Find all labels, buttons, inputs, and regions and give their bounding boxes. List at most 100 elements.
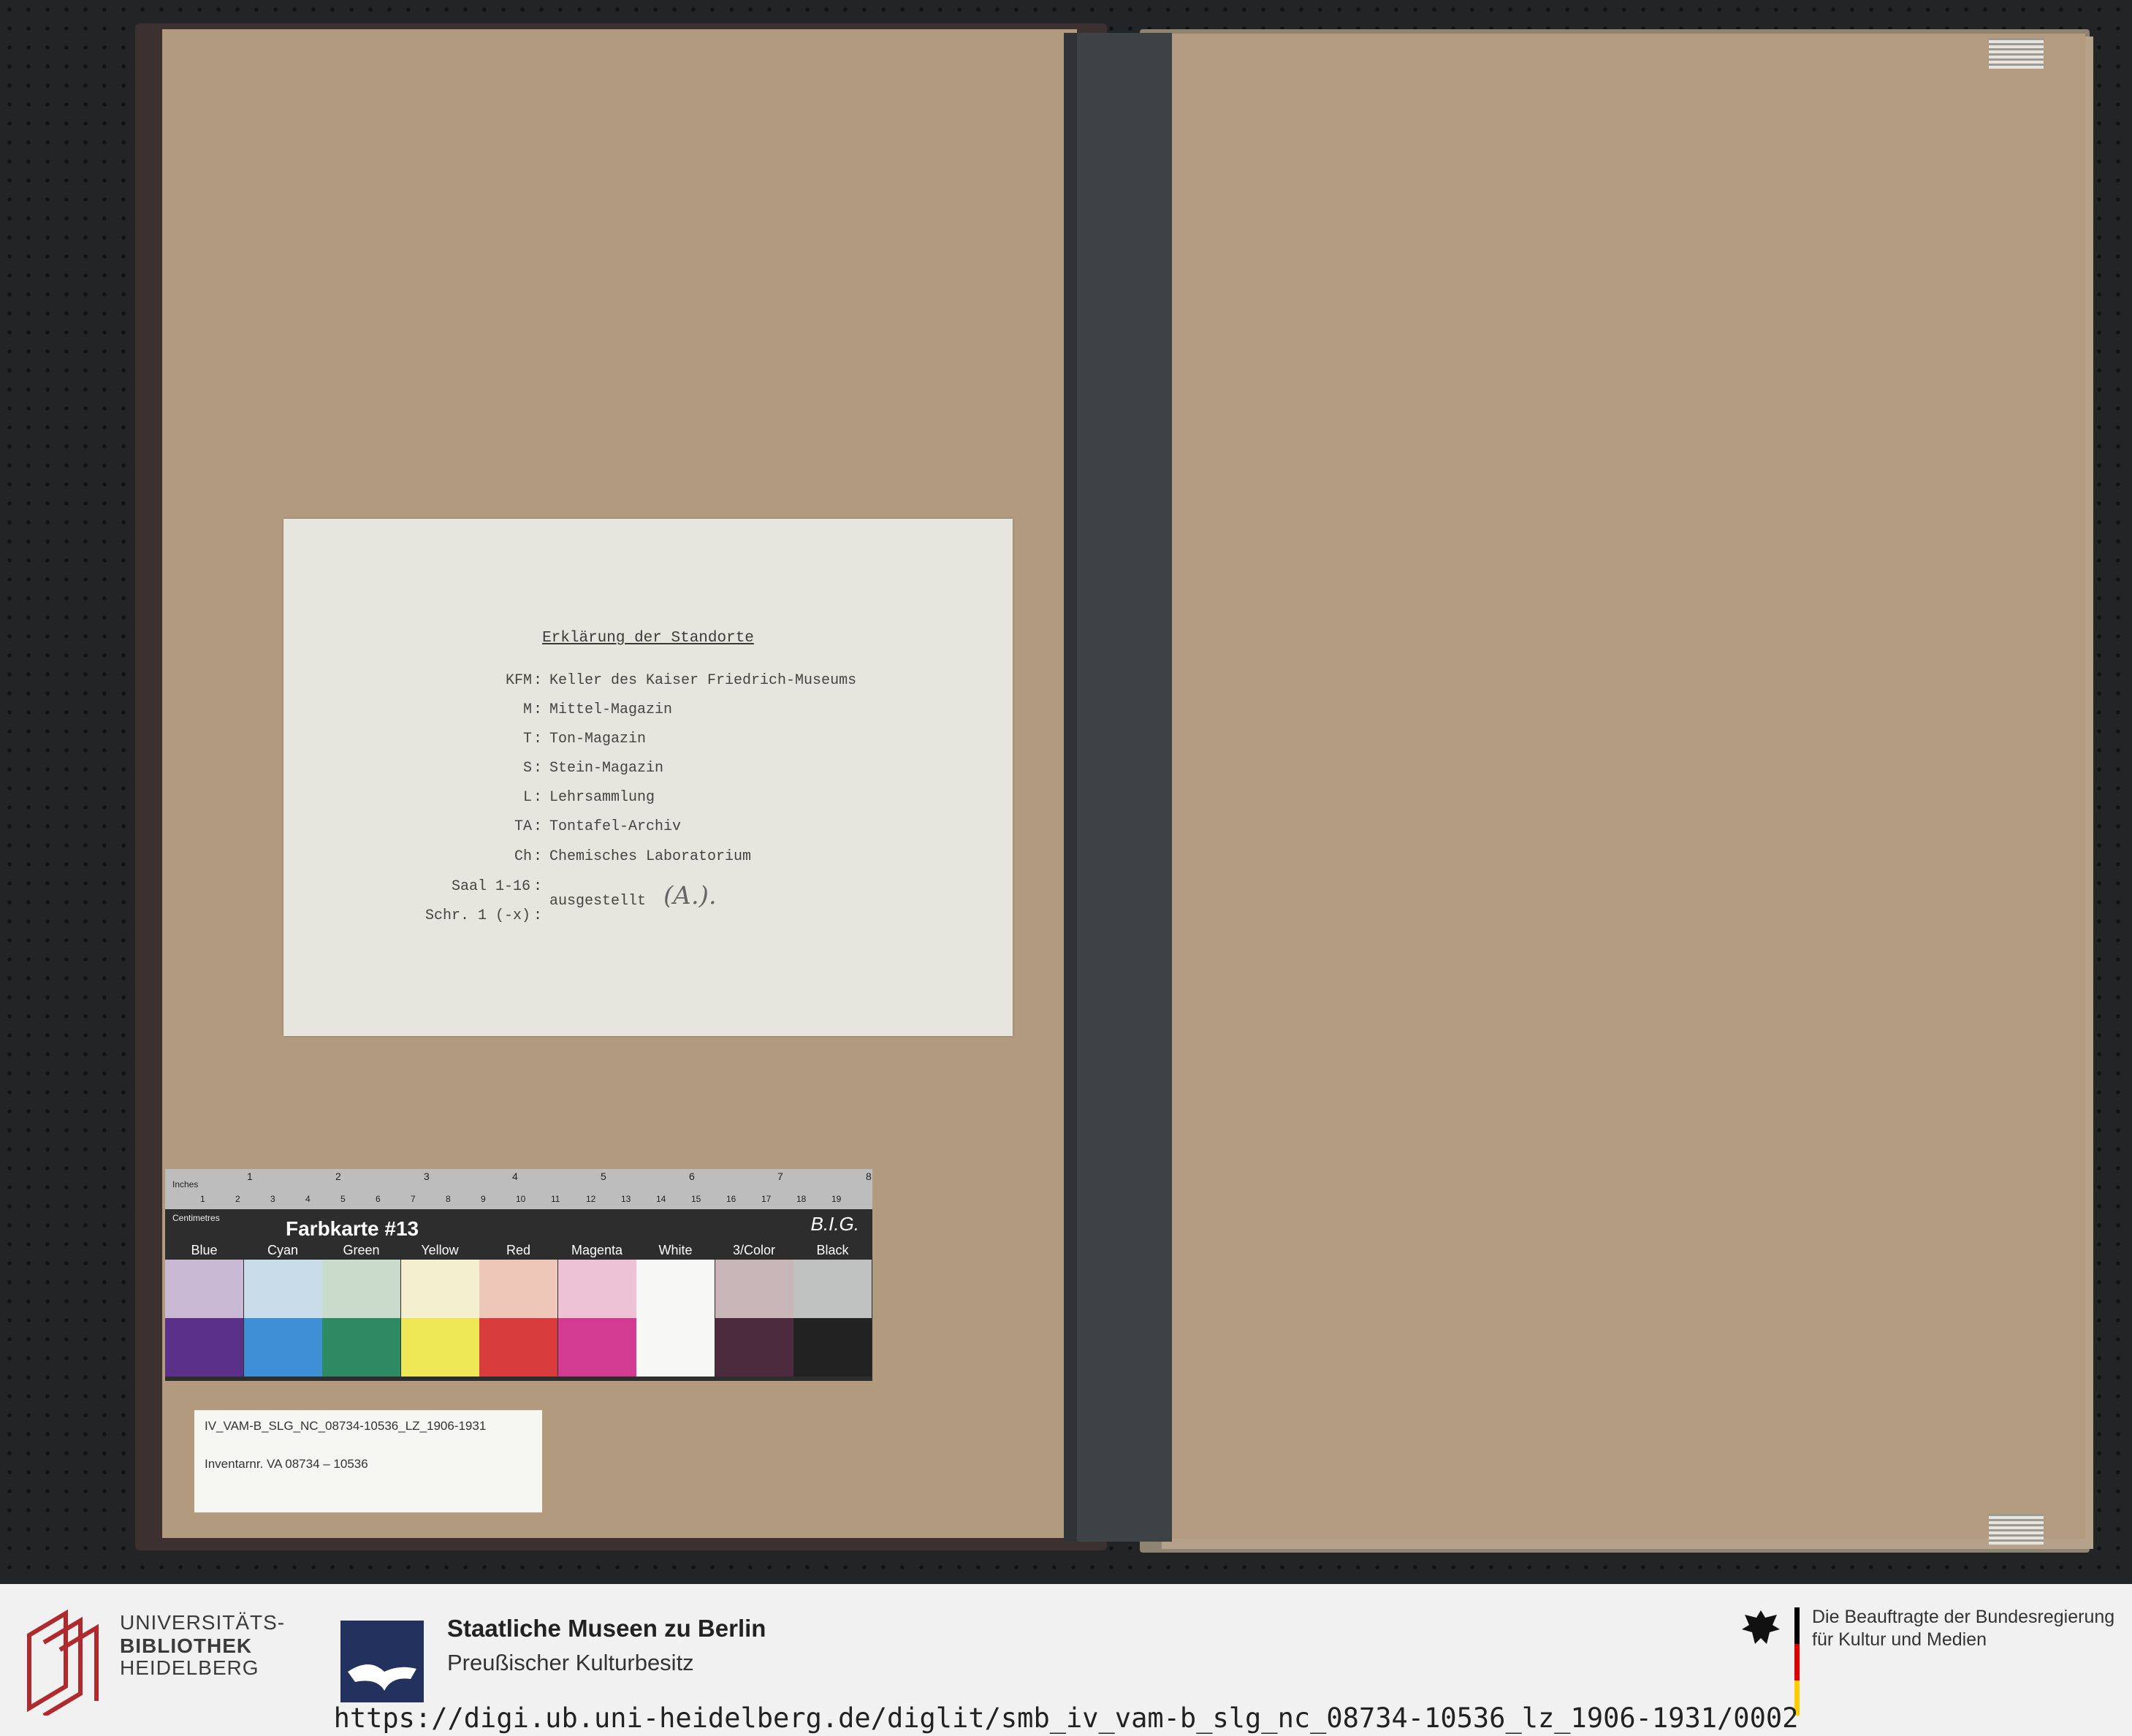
flag-stripe-red [1794, 1644, 1800, 1680]
ruler-cm-label: 16 [726, 1194, 736, 1204]
entry-code: M [522, 701, 532, 718]
ub-line-3: HEIDELBERG [120, 1656, 259, 1679]
page-clip-bottom [1989, 1514, 2044, 1545]
schr-code: Schr. 1 (-x) [425, 907, 530, 924]
entry-colon: : [533, 848, 543, 865]
swatch-dark [322, 1318, 400, 1377]
spine-cloth [1077, 33, 1172, 1542]
entry-colon: : [533, 789, 543, 806]
swatch-name: Red [506, 1243, 531, 1257]
footer-bar: UNIVERSITÄTS- BIBLIOTHEK HEIDELBERG Staa… [0, 1584, 2132, 1736]
ruler-cm-label: 9 [481, 1194, 486, 1204]
source-url[interactable]: https://digi.ub.uni-heidelberg.de/diglit… [0, 1702, 2132, 1734]
ruler-cm-label: 1 [200, 1194, 205, 1204]
ruler-cm-label: 2 [235, 1194, 240, 1204]
ruler-cm-label: 6 [376, 1194, 381, 1204]
swatch-light [715, 1260, 793, 1318]
ruler-cm-label: 4 [305, 1194, 311, 1204]
ruler: Inches 1 2 3 4 5 6 7 8 1 2 3 4 5 6 7 8 9 10 11 12 13 14 15 16 17… [165, 1169, 872, 1209]
color-target-card: Inches 1 2 3 4 5 6 7 8 1 2 3 4 5 6 7 8 9 10 11 12 13 14 15 16 17… [165, 1169, 872, 1381]
entry-colon: : [533, 731, 543, 747]
swatch-light [243, 1260, 322, 1318]
scan-background: Erklärung der Standorte KFM : Keller des… [0, 0, 2132, 1584]
swatch-dark [243, 1318, 322, 1377]
ruler-cm-label: 8 [446, 1194, 451, 1204]
entry-colon: : [533, 672, 543, 689]
inventory-label: IV_VAM-B_SLG_NC_08734-10536_LZ_1906-1931… [194, 1410, 542, 1512]
swatch-dark [715, 1318, 793, 1377]
swatch-light [400, 1260, 479, 1318]
label-shelfmark: IV_VAM-B_SLG_NC_08734-10536_LZ_1906-1931 [205, 1419, 487, 1433]
swatch-name: Green [343, 1243, 380, 1257]
entry-code: S [522, 760, 532, 777]
swatch-name: Blue [191, 1243, 218, 1257]
entry-colon: : [533, 818, 543, 835]
smb-eagle-logo-icon [340, 1621, 424, 1702]
entry-desc: Tontafel-Archiv [549, 818, 682, 835]
swatch-light [793, 1260, 872, 1318]
ruler-inch-label: 5 [601, 1170, 606, 1182]
ub-heidelberg-logo-icon [27, 1609, 99, 1716]
ruler-inch-label: 3 [424, 1170, 430, 1182]
federal-eagle-icon [1742, 1610, 1780, 1644]
right-endpaper [1172, 34, 2085, 1539]
card-title: Erklärung der Standorte [542, 630, 754, 647]
ruler-cm-label: 15 [691, 1194, 701, 1204]
swatch-column: Yellow [400, 1241, 479, 1377]
swatch-name: 3/Color [732, 1243, 776, 1257]
page-clip-top [1989, 38, 2044, 69]
label-inventory-number: Inventarnr. VA 08734 – 10536 [205, 1457, 368, 1471]
entry-code: KFM [505, 672, 532, 689]
entry-desc: Ton-Magazin [549, 731, 647, 747]
entry-desc: Stein-Magazin [549, 760, 664, 777]
color-target-title: Farbkarte #13 [286, 1217, 419, 1240]
ruler-centimetres-label: Centimetres [172, 1213, 220, 1223]
smb-title: Staatliche Museen zu Berlin [447, 1615, 766, 1642]
entry-desc: Keller des Kaiser Friedrich-Museums [549, 672, 857, 689]
ruler-cm-label: 18 [796, 1194, 807, 1204]
entry-desc: Mittel-Magazin [549, 701, 673, 718]
ruler-inch-label: 6 [689, 1170, 695, 1182]
saal-code: Saal 1-16 [451, 878, 530, 895]
ruler-cm-label: 13 [621, 1194, 631, 1204]
swatch-column: Magenta [557, 1241, 636, 1377]
entry-desc: Lehrsammlung [549, 789, 655, 806]
swatch-name: Yellow [421, 1243, 459, 1257]
swatch-name: Magenta [571, 1243, 623, 1257]
ruler-cm-label: 3 [270, 1194, 275, 1204]
ruler-cm-label: 19 [831, 1194, 842, 1204]
ruler-inch-label: 1 [247, 1170, 253, 1182]
saal-colon: : [533, 878, 543, 895]
ruler-inch-label: 8 [866, 1170, 872, 1182]
swatch-dark [479, 1318, 557, 1377]
ruler-cm-label: 11 [551, 1194, 560, 1204]
swatch-column: White [636, 1241, 715, 1377]
entry-colon: : [533, 760, 543, 777]
swatch-column: Black [793, 1241, 872, 1377]
ruler-cm-label: 10 [516, 1194, 526, 1204]
swatch-name: Black [816, 1243, 849, 1257]
ub-line-1: UNIVERSITÄTS- [120, 1611, 286, 1634]
entry-code: TA [514, 818, 532, 835]
swatch-column: Blue [165, 1241, 243, 1377]
ruler-cm-label: 12 [586, 1194, 596, 1204]
swatch-light [636, 1260, 715, 1318]
ruler-inch-label: 2 [335, 1170, 341, 1182]
ruler-inch-label: 4 [512, 1170, 518, 1182]
smb-subtitle: Preußischer Kulturbesitz [447, 1650, 694, 1675]
swatch-name: Cyan [267, 1243, 299, 1257]
swatch-light [557, 1260, 636, 1318]
ruler-cm-label: 7 [411, 1194, 416, 1204]
ausgestellt-text: ausgestellt [549, 893, 647, 910]
swatch-column: Green [322, 1241, 400, 1377]
entry-colon: : [533, 701, 543, 718]
swatch-column: Red [479, 1241, 557, 1377]
swatch-light [165, 1260, 243, 1318]
entry-code: Ch [514, 848, 532, 865]
bkm-line-1: Die Beauftragte der Bundesregierung [1812, 1607, 2115, 1627]
handwritten-note: (A.). [663, 881, 717, 910]
swatch-name: White [658, 1243, 693, 1257]
entry-code: T [522, 731, 532, 747]
entry-code: L [522, 789, 532, 806]
swatch-light [479, 1260, 557, 1318]
